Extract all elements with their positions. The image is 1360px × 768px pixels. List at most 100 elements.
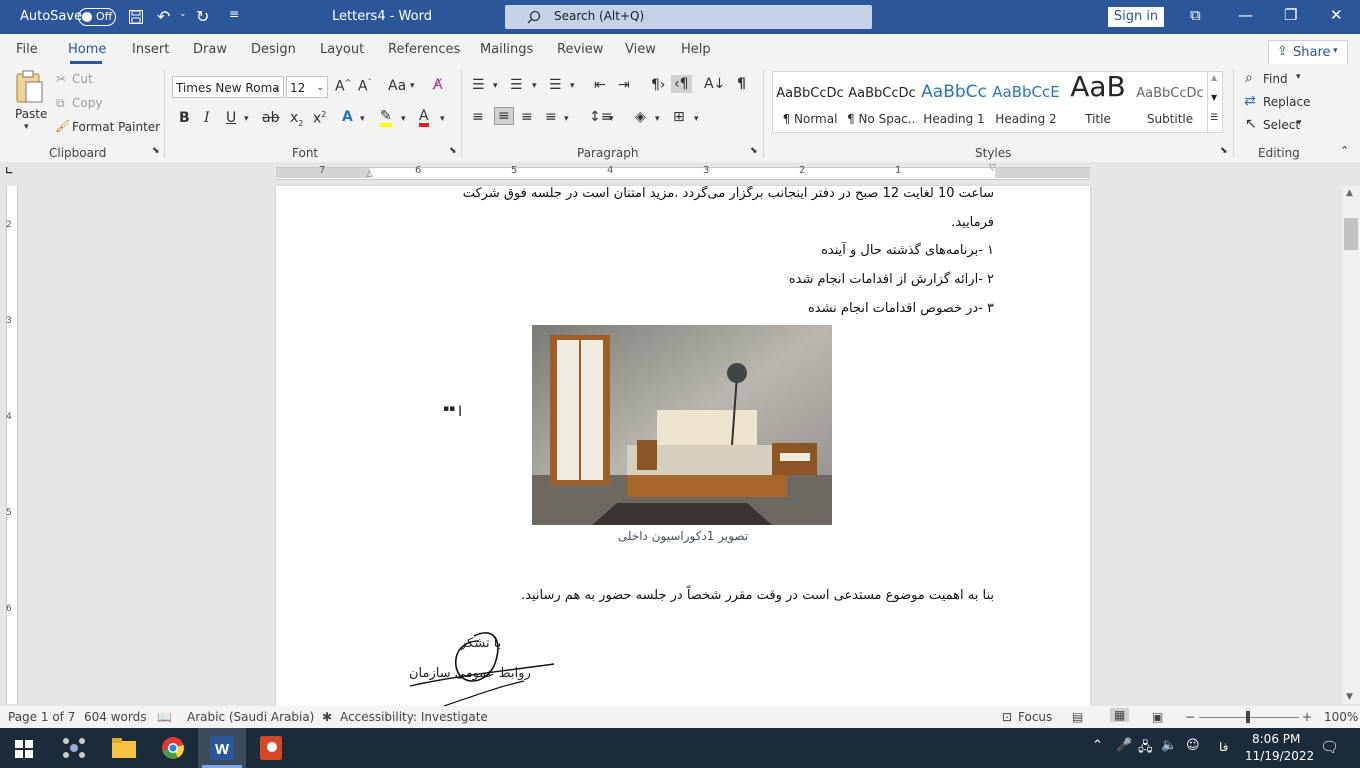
chevron-down-icon[interactable]: ▾ [360,114,365,124]
select-label[interactable]: Select [1263,118,1300,132]
tab-home[interactable]: Home [68,42,106,57]
notifications-icon[interactable]: 🗨 [1320,738,1339,756]
underline-icon[interactable]: U [226,110,236,126]
more-styles-icon[interactable]: ☰ [1210,113,1218,123]
tab-draw[interactable]: Draw [193,42,227,57]
tray-app-icon[interactable]: ☺ [1186,738,1200,753]
paste-dropdown-icon[interactable]: ▾ [24,122,29,132]
borders-icon[interactable]: ⊞ [673,109,685,125]
numbering-icon[interactable]: ☰ [510,77,523,93]
clock-time[interactable]: 8:06 PM [1252,732,1300,746]
sign-in-button[interactable]: Sign in [1108,7,1164,27]
chevron-down-icon[interactable]: ▾ [694,114,699,124]
paste-icon[interactable] [14,70,44,104]
chevron-down-icon[interactable]: ▾ [401,114,406,124]
rtl-icon[interactable]: ‹¶ [671,75,692,93]
bold-icon[interactable]: B [179,110,190,126]
tab-review[interactable]: Review [557,42,603,57]
italic-icon[interactable]: I [204,110,210,126]
focus-button[interactable]: Focus [1018,710,1052,724]
tab-insert[interactable]: Insert [132,42,169,57]
chevron-down-icon[interactable]: ▾ [440,114,445,124]
page-count[interactable]: Page 1 of 7 [8,710,75,724]
bedroom-image[interactable] [532,325,832,525]
font-name-box[interactable]: Times New Roma ⌄ [172,76,284,98]
scroll-down-icon[interactable]: ▼ [1346,692,1353,702]
web-layout-icon[interactable]: ▣ [1152,710,1163,724]
chevron-down-icon[interactable]: ▾ [532,81,537,91]
undo-dropdown-icon[interactable]: ⌄ [179,9,187,19]
tab-references[interactable]: References [388,42,460,57]
chevron-down-icon[interactable]: ▾ [1296,72,1301,82]
scroll-up-icon[interactable]: ▲ [1346,188,1353,198]
accessibility-status[interactable]: Accessibility: Investigate [340,710,488,724]
style-subtitle[interactable]: AaBbCcDc Subtitle [1135,72,1205,130]
increase-indent-icon[interactable]: ⇥ [618,77,630,93]
find-label[interactable]: Find [1263,72,1288,86]
align-center-icon[interactable]: ≡ [494,107,514,125]
shading-icon[interactable]: ◈ [635,109,646,125]
print-layout-icon[interactable]: ▦ [1110,708,1130,722]
subscript-icon[interactable]: x2 [290,110,303,128]
style-normal[interactable]: AaBbCcDc ¶ Normal [775,72,845,130]
strikethrough-icon[interactable]: ab [262,110,279,126]
grow-font-icon[interactable]: A^ [335,78,351,95]
file-explorer-icon[interactable] [112,738,136,758]
zoom-slider-thumb[interactable] [1246,711,1250,723]
chevron-down-icon[interactable]: ▾ [493,81,498,91]
clipboard-launcher-icon[interactable]: ⬊ [152,146,160,156]
show-formatting-icon[interactable]: ¶ [737,76,746,92]
share-button[interactable]: ⇪ Share ▾ [1268,40,1348,66]
chevron-down-icon[interactable]: ▾ [1297,118,1302,128]
cut-label[interactable]: Cut [72,72,93,86]
chevron-down-icon[interactable]: ▾ [410,81,415,91]
tab-mailings[interactable]: Mailings [480,42,533,57]
tab-selector-icon[interactable]: ∟ [5,166,13,177]
zoom-level[interactable]: 100% [1324,710,1358,724]
word-count[interactable]: 604 words [84,710,146,724]
change-case-icon[interactable]: Aa [388,78,406,94]
ribbon-display-icon[interactable]: ⧉ [1190,6,1201,24]
chevron-down-icon[interactable]: ▾ [244,114,249,124]
styles-launcher-icon[interactable]: ⬊ [1220,146,1228,156]
right-indent-marker[interactable]: ▽ [989,163,996,173]
style-title[interactable]: AaB Title [1063,70,1133,130]
zoom-in-icon[interactable]: + [1302,710,1312,724]
style-heading-1[interactable]: AaBbCc Heading 1 [919,72,989,130]
volume-icon[interactable]: 🔈 [1161,738,1177,753]
left-indent-marker[interactable]: △ [366,169,373,179]
style-heading-2[interactable]: AaBbCcE Heading 2 [991,72,1061,130]
autosave-toggle[interactable]: Off [78,8,116,26]
collapse-ribbon-icon[interactable]: ⌃ [1340,144,1349,157]
microphone-icon[interactable]: 🎤 [1116,738,1132,753]
restore-icon[interactable]: ❐ [1284,6,1297,24]
language-indicator[interactable]: Arabic (Saudi Arabia) [187,710,314,724]
chevron-down-icon[interactable]: ▾ [655,114,660,124]
close-icon[interactable]: ✕ [1330,6,1343,24]
font-color-icon[interactable]: A [419,109,429,127]
minimize-icon[interactable]: — [1238,6,1253,24]
vertical-scrollbar[interactable] [1342,186,1360,704]
app-molecule-icon[interactable] [62,736,86,760]
highlight-icon[interactable]: ✎ [380,109,392,127]
font-size-box[interactable]: 12 ⌄ [286,76,328,98]
zoom-out-icon[interactable]: − [1185,710,1195,724]
tab-file[interactable]: File [16,42,38,57]
shrink-font-icon[interactable]: Aˇ [358,78,372,95]
taskbar-word-active[interactable]: W [198,728,246,768]
tab-help[interactable]: Help [681,42,711,57]
align-right-icon[interactable]: ≡ [521,109,533,125]
ltr-icon[interactable]: ¶› [651,77,666,93]
undo-icon[interactable]: ↶ [157,7,170,26]
align-left-icon[interactable]: ≡ [472,109,484,125]
style-no-spacing[interactable]: AaBbCcDc ¶ No Spac... [847,72,917,130]
clear-formatting-icon[interactable]: A̸ [433,77,443,93]
network-icon[interactable]: 🖧 [1138,738,1153,760]
show-hidden-icons[interactable]: ⌃ [1092,738,1103,753]
chevron-down-icon[interactable]: ▾ [609,114,614,124]
paste-label[interactable]: Paste [15,107,47,121]
paragraph-launcher-icon[interactable]: ⬊ [750,146,758,156]
clock-date[interactable]: 11/19/2022 [1245,749,1314,763]
chevron-down-icon[interactable]: ▾ [570,81,575,91]
scroll-up-icon[interactable]: ▲ [1211,73,1217,82]
